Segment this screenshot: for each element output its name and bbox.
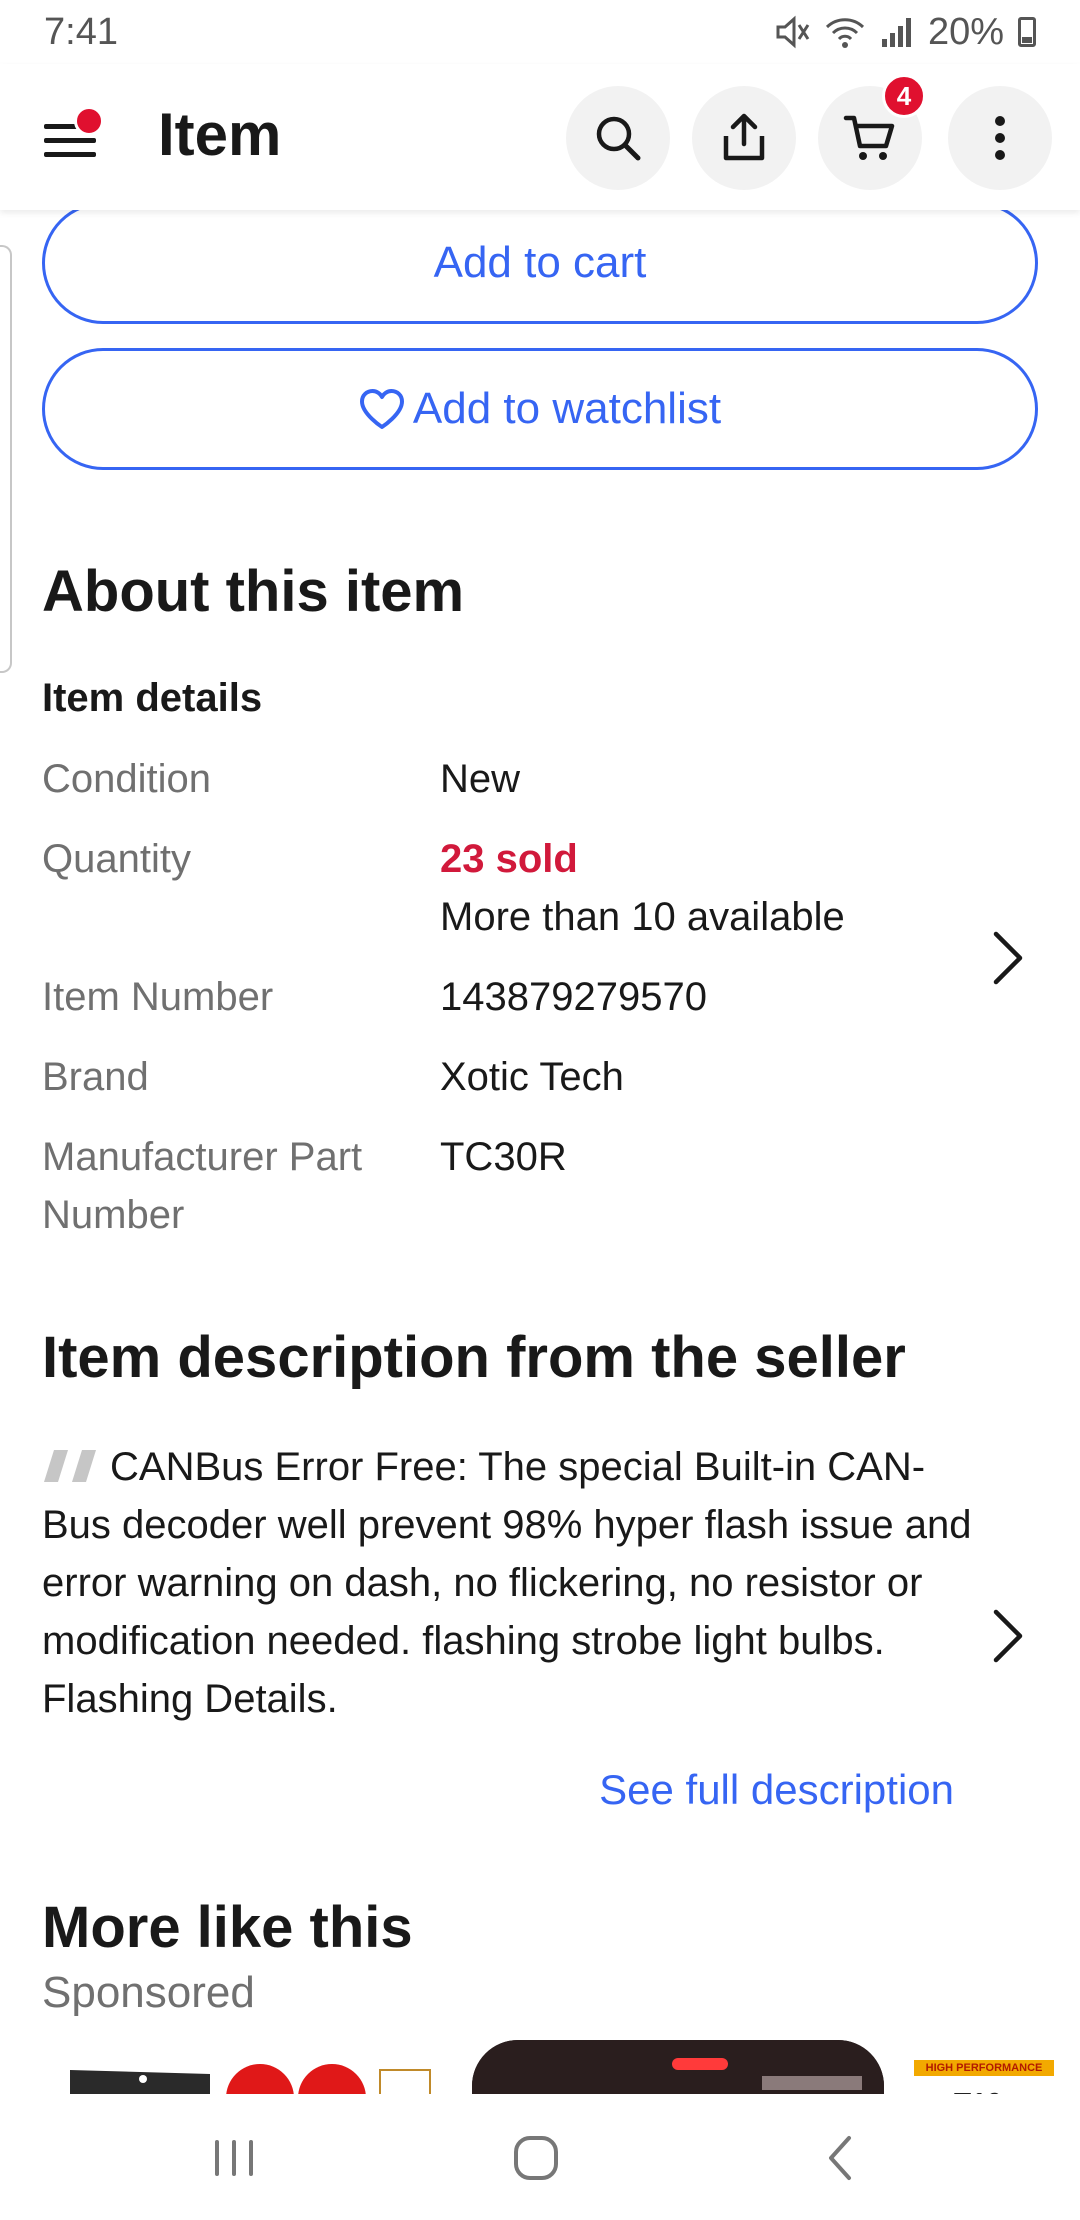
add-to-cart-button[interactable]: Add to cart xyxy=(42,202,1038,324)
spec-label-mpn-line2: Number xyxy=(42,1193,185,1237)
page-title: Item xyxy=(158,101,282,168)
description-text: CANBus Error Free: The special Built-in … xyxy=(42,1445,972,1721)
more-options-button[interactable] xyxy=(948,86,1052,190)
item-details-heading: Item details xyxy=(42,676,263,720)
item-page: 7:41 20% Item 4 Add to cart Add to watch… xyxy=(0,0,1080,2220)
mute-icon xyxy=(776,15,810,49)
spec-label-brand: Brand xyxy=(42,1055,149,1099)
add-to-watchlist-button[interactable]: Add to watchlist xyxy=(42,348,1038,470)
back-button[interactable] xyxy=(810,2130,870,2186)
add-to-watchlist-label: Add to watchlist xyxy=(412,384,722,433)
spec-label-mpn: Manufacturer Part xyxy=(42,1135,363,1179)
spec-value-item-number: 143879279570 xyxy=(440,975,707,1019)
more-vert-icon xyxy=(995,116,1005,160)
description-text-block: CANBus Error Free: The special Built-in … xyxy=(42,1438,982,1728)
status-bar: 7:41 20% xyxy=(0,0,1080,64)
spec-value-mpn: TC30R xyxy=(440,1135,567,1179)
search-button[interactable] xyxy=(566,86,670,190)
recents-icon xyxy=(215,2140,253,2176)
see-full-description-link[interactable]: See full description xyxy=(599,1766,954,1814)
cart-icon xyxy=(843,115,895,160)
chevron-right-icon[interactable] xyxy=(990,930,1026,986)
sold-count: 23 sold xyxy=(440,837,578,881)
spec-label-condition: Condition xyxy=(42,757,212,801)
home-button[interactable] xyxy=(506,2130,566,2186)
add-to-cart-label: Add to cart xyxy=(433,238,647,287)
spec-label-item-number: Item Number xyxy=(42,975,274,1019)
availability-text: More than 10 available xyxy=(440,895,845,939)
cart-button[interactable]: 4 xyxy=(818,74,926,190)
system-nav-bar xyxy=(0,2094,1080,2220)
status-icons: 20% xyxy=(774,11,1036,54)
spec-value-condition: New xyxy=(440,757,521,801)
spec-label-quantity: Quantity xyxy=(42,837,191,881)
cart-count-badge: 4 xyxy=(882,74,926,118)
home-icon xyxy=(514,2136,558,2180)
signal-icon xyxy=(881,18,911,47)
heart-icon xyxy=(359,389,404,429)
app-bar: Item 4 xyxy=(0,64,1080,210)
battery-percent: 20% xyxy=(927,10,1004,53)
back-icon xyxy=(829,2136,851,2180)
share-button[interactable] xyxy=(692,86,796,190)
status-time: 7:41 xyxy=(44,10,118,53)
thumb-banner-text: HIGH PERFORMANCE xyxy=(925,2062,1043,2074)
description-heading: Item description from the seller xyxy=(42,1325,906,1390)
menu-icon[interactable] xyxy=(44,106,104,162)
wifi-icon xyxy=(825,18,864,48)
sponsored-label: Sponsored xyxy=(42,1968,255,2017)
side-drawer-tab[interactable] xyxy=(0,245,12,673)
battery-icon xyxy=(1018,17,1036,47)
spec-value-brand: Xotic Tech xyxy=(440,1055,624,1099)
notification-dot xyxy=(74,106,104,136)
quote-icon xyxy=(44,1450,96,1482)
search-icon xyxy=(596,116,641,161)
share-icon xyxy=(723,113,765,161)
more-like-this-heading: More like this xyxy=(42,1895,413,1960)
description-chevron-right-icon[interactable] xyxy=(990,1608,1026,1664)
about-heading: About this item xyxy=(42,559,465,624)
recents-button[interactable] xyxy=(204,2130,264,2186)
